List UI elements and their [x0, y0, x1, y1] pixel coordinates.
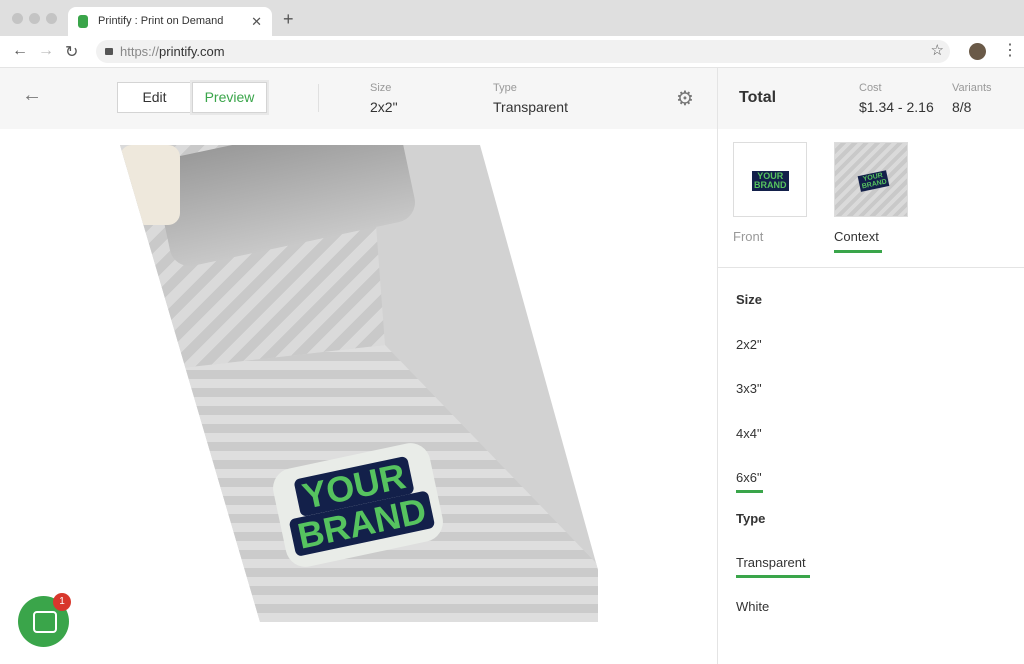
window-maximize-dot[interactable]: [46, 13, 57, 24]
type-value: Transparent: [493, 99, 568, 115]
reload-icon[interactable]: ↻: [65, 42, 78, 62]
cost-value: $1.34 - 2.16: [859, 99, 934, 115]
preview-canvas: YOUR BRAND: [0, 129, 717, 664]
url-host: printify.com: [159, 44, 225, 59]
url-input[interactable]: https://printify.com: [96, 40, 950, 63]
mini-sticker: YOUR BRAND: [857, 170, 890, 192]
printify-logo-icon: [78, 15, 88, 28]
back-arrow-icon[interactable]: ←: [22, 84, 42, 107]
sidebar-header: Total Cost $1.34 - 2.16 Variants 8/8: [718, 68, 1024, 129]
type-option-white[interactable]: White: [736, 599, 769, 614]
size-option-3x3[interactable]: 3x3": [736, 381, 762, 396]
edit-button[interactable]: Edit: [117, 82, 192, 113]
selected-size-underline: [736, 490, 763, 493]
url-protocol: https://: [120, 44, 160, 59]
new-tab-icon[interactable]: +: [283, 9, 294, 30]
divider: [718, 267, 1024, 268]
variants-value: 8/8: [952, 99, 972, 115]
back-nav-icon[interactable]: ←: [12, 42, 28, 60]
active-tab-underline: [834, 250, 882, 253]
skateboard-wheel: [120, 145, 180, 225]
thumbnail-front[interactable]: YOUR BRAND: [733, 142, 807, 217]
window-close-dot[interactable]: [12, 13, 23, 24]
total-label: Total: [739, 89, 777, 106]
browser-tab[interactable]: Printify : Print on Demand ✕: [68, 7, 272, 36]
tab-title: Printify : Print on Demand: [98, 15, 224, 27]
view-tab-front[interactable]: Front: [733, 229, 763, 244]
browser-tab-bar: Printify : Print on Demand ✕ +: [0, 0, 1024, 36]
gear-icon[interactable]: ⚙: [676, 86, 694, 111]
type-heading: Type: [736, 511, 766, 526]
type-label: Type: [493, 82, 517, 94]
chat-badge: 1: [53, 593, 71, 611]
divider: [318, 84, 319, 112]
preview-button[interactable]: Preview: [192, 82, 267, 113]
cost-label: Cost: [859, 82, 882, 94]
forward-nav-icon[interactable]: →: [38, 42, 54, 60]
size-value: 2x2": [370, 99, 398, 115]
size-label: Size: [370, 82, 392, 94]
bookmark-star-icon[interactable]: ☆: [931, 41, 944, 59]
variants-sidebar: Total Cost $1.34 - 2.16 Variants 8/8 YOU…: [717, 68, 1024, 664]
thumbnail-context[interactable]: YOUR BRAND: [834, 142, 908, 217]
close-tab-icon[interactable]: ✕: [251, 7, 262, 36]
lock-icon: [105, 48, 113, 55]
browser-menu-icon[interactable]: ⋮: [1002, 40, 1018, 60]
address-bar-row: ← → ↻ https://printify.com ☆ ⋮: [0, 36, 1024, 68]
type-option-transparent[interactable]: Transparent: [736, 555, 806, 570]
variants-label: Variants: [952, 82, 992, 94]
size-option-6x6[interactable]: 6x6": [736, 470, 762, 485]
mini-sticker: YOUR BRAND: [752, 171, 789, 191]
size-option-2x2[interactable]: 2x2": [736, 337, 762, 352]
view-tab-context[interactable]: Context: [834, 229, 879, 244]
selected-type-underline: [736, 575, 810, 578]
avatar[interactable]: [969, 43, 986, 60]
size-heading: Size: [736, 292, 763, 307]
size-option-4x4[interactable]: 4x4": [736, 426, 762, 441]
window-minimize-dot[interactable]: [29, 13, 40, 24]
editor-toolbar: ← Edit Preview Size 2x2" Type Transparen…: [0, 68, 717, 129]
